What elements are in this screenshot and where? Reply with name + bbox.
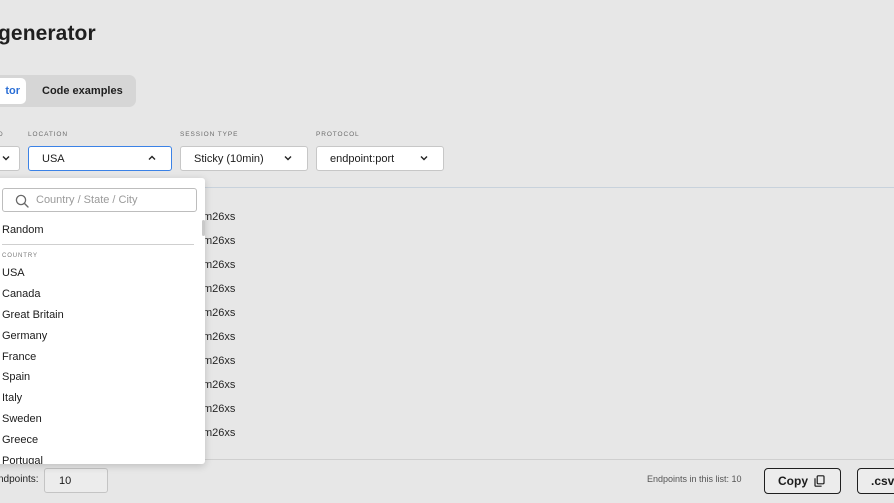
dropdown-divider [2,244,194,245]
csv-button[interactable]: .csv [857,468,894,494]
country-list: USA Canada Great Britain Germany France … [2,267,64,464]
dropdown-section-label: COUNTRY [2,253,38,259]
result-line: m26xs [203,283,236,295]
endpoints-label: ndpoints: [0,474,39,485]
endpoints-count: Endpoints in this list: 10 [647,474,742,484]
location-dropdown: Random COUNTRY USA Canada Great Britain … [0,178,205,464]
result-line: m26xs [203,355,236,367]
location-select[interactable]: USA [28,146,172,171]
result-line: m26xs [203,331,236,343]
result-line: m26xs [203,427,236,439]
page-title: generator [0,22,96,45]
dropdown-scrollbar[interactable] [202,220,205,236]
chevron-up-icon [148,155,156,160]
chevron-down-icon [2,156,10,161]
result-line: m26xs [203,235,236,247]
result-line: m26xs [203,403,236,415]
location-label: LOCATION [28,131,68,138]
tab-generator[interactable]: tor [0,78,26,104]
endpoints-input[interactable] [44,468,108,493]
country-item[interactable]: Portugal [2,455,64,464]
copy-button-label: Copy [778,474,808,488]
method-label: D [0,131,4,138]
search-icon [15,194,29,208]
country-item[interactable]: Great Britain [2,309,64,330]
protocol-select[interactable]: endpoint:port [316,146,444,171]
result-line: m26xs [203,211,236,223]
country-item[interactable]: Canada [2,288,64,309]
country-item[interactable]: USA [2,267,64,288]
country-item[interactable]: France [2,351,64,372]
protocol-label: PROTOCOL [316,131,360,138]
dropdown-item-random[interactable]: Random [2,224,44,236]
country-item[interactable]: Spain [2,371,64,392]
country-item[interactable]: Sweden [2,413,64,434]
session-type-value: Sticky (10min) [194,152,264,165]
location-search-input[interactable] [36,192,191,208]
country-item[interactable]: Germany [2,330,64,351]
protocol-value: endpoint:port [330,152,395,165]
result-list: m26xs m26xs m26xs m26xs m26xs m26xs m26x… [203,210,235,450]
country-item[interactable]: Italy [2,392,64,413]
tab-code-examples[interactable]: Code examples [42,78,123,104]
result-line: m26xs [203,307,236,319]
method-select[interactable] [0,146,20,171]
location-search [2,188,197,212]
location-value: USA [42,152,65,165]
copy-icon [814,475,825,487]
tab-bar: tor Code examples [0,75,136,107]
footer-divider [205,459,894,460]
result-line: m26xs [203,379,236,391]
csv-button-label: .csv [871,474,894,488]
chevron-down-icon [284,156,292,161]
copy-button[interactable]: Copy [764,468,841,494]
result-line: m26xs [203,259,236,271]
country-item[interactable]: Greece [2,434,64,455]
chevron-down-icon [420,156,428,161]
session-type-select[interactable]: Sticky (10min) [180,146,308,171]
session-type-label: SESSION TYPE [180,131,239,138]
results-divider [205,187,894,188]
